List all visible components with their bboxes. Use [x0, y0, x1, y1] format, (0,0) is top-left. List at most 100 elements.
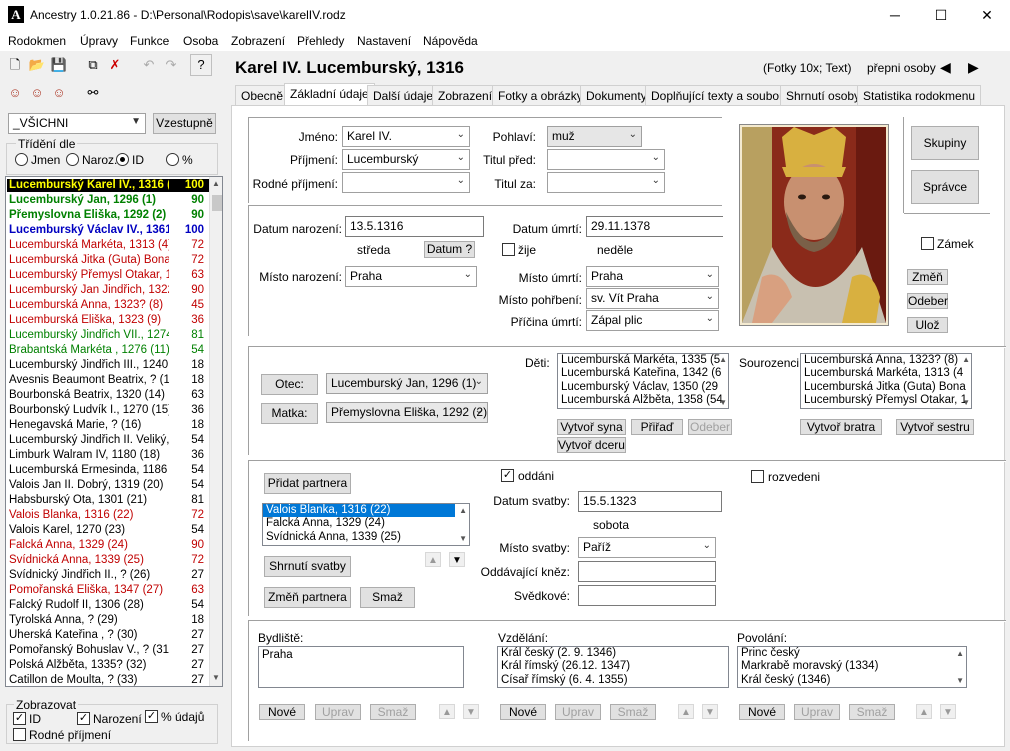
display-birthname-checkbox[interactable] — [13, 728, 26, 741]
name-input[interactable]: Karel IV. ⌄ — [342, 126, 470, 147]
move-up-icon[interactable]: ▲ — [678, 704, 694, 719]
profession-list[interactable]: Princ český Markrabě moravský (1334) Krá… — [737, 646, 967, 688]
person-list[interactable]: Lucemburský Karel IV., 1316 (1)100✎ Lucem… — [5, 176, 223, 687]
move-down-icon[interactable]: ▼ — [702, 704, 718, 719]
person-list-item[interactable]: Lucemburský Karel IV., 1316 (1)100✎ — [7, 179, 222, 192]
person-list-item[interactable]: Habsburský Ota, 1301 (21)81✎ — [7, 494, 222, 507]
sort-name-radio[interactable] — [15, 153, 28, 166]
person-list-item[interactable]: Lucemburská Jitka (Guta) Bona, 172✎ — [7, 254, 222, 267]
partners-list[interactable]: Valois Blanka, 1316 (22) Falcká Anna, 13… — [262, 503, 470, 546]
help-icon[interactable]: ? — [190, 54, 212, 76]
display-percent-checkbox[interactable]: ✓ — [145, 710, 158, 723]
delete-icon[interactable]: ✗ — [104, 54, 126, 76]
mother-button[interactable]: Matka: — [261, 403, 318, 424]
sort-direction-button[interactable]: Vzestupně — [153, 113, 216, 134]
tab-obecne[interactable]: Obecně — [235, 85, 290, 105]
person-list-item[interactable]: Lucemburská Ermesinda, 1186 (154✎ — [7, 464, 222, 477]
filter-select[interactable]: _VŠICHNI ▼ — [8, 113, 146, 134]
person-list-item[interactable]: Bourbonská Beatrix, 1320 (14)63✎ — [7, 389, 222, 402]
person-list-item[interactable]: Falcký Rudolf II, 1306 (28)54✎ — [7, 599, 222, 612]
residence-edit-button[interactable]: Uprav — [315, 704, 361, 720]
scroll-thumb[interactable] — [212, 195, 222, 211]
scroll-down-icon[interactable]: ▼ — [719, 398, 727, 407]
person-list-item[interactable]: Brabantská Markéta , 1276 (11)54✎ — [7, 344, 222, 357]
scroll-up-icon[interactable]: ▲ — [459, 506, 467, 515]
redo-icon[interactable]: ↷ — [160, 54, 182, 76]
scroll-down-icon[interactable]: ▼ — [956, 676, 964, 685]
residence-list[interactable]: Praha — [258, 646, 464, 688]
tab-fotky[interactable]: Fotky a obrázky — [492, 85, 589, 105]
death-date-input[interactable]: 29.11.1378 — [586, 216, 723, 237]
person-list-item[interactable]: Valois Jan II. Dobrý, 1319 (20)54✎ — [7, 479, 222, 492]
scroll-down-icon[interactable]: ▼ — [459, 534, 467, 543]
admin-button[interactable]: Správce — [911, 170, 979, 204]
person-list-item[interactable]: Limburk Walram IV, 1180 (18)36✎ — [7, 449, 222, 462]
delete-partner-button[interactable]: Smaž — [360, 587, 415, 608]
person-list-item[interactable]: Lucemburský Jindřich VII., 1274 (81✎ — [7, 329, 222, 342]
education-edit-button[interactable]: Uprav — [555, 704, 601, 720]
person-list-item[interactable]: Lucemburský Přemysl Otakar, 131863✎ — [7, 269, 222, 282]
person-list-item[interactable]: Lucemburský Jan Jindřich, 1322 (90✎ — [7, 284, 222, 297]
list-item[interactable]: Princ český — [738, 647, 966, 660]
married-checkbox[interactable]: ✓ — [501, 469, 514, 482]
person-list-item[interactable]: Lucemburský Václav IV., 1361100✎ — [7, 224, 222, 237]
person-list-item[interactable]: Lucemburský Jindřich III., 1240 (118✎ — [7, 359, 222, 372]
list-item[interactable]: Císař římský (6. 4. 1355) — [498, 674, 728, 687]
profession-new-button[interactable]: Nové — [739, 704, 785, 720]
person-list-scrollbar[interactable]: ▲ ▼ — [209, 177, 222, 686]
education-list[interactable]: Král český (2. 9. 1346) Král římský (26.… — [497, 646, 729, 688]
list-item[interactable]: Praha — [259, 649, 463, 662]
close-button[interactable]: ✕ — [964, 0, 1010, 31]
list-item[interactable]: Svídnická Anna, 1339 (25) — [263, 531, 469, 544]
scroll-up-icon[interactable]: ▲ — [719, 355, 727, 364]
person-unknown-icon[interactable]: ☺ — [48, 82, 70, 104]
scroll-up-icon[interactable]: ▲ — [212, 179, 220, 188]
person-list-item[interactable]: Valois Karel, 1270 (23)54✎ — [7, 524, 222, 537]
residence-new-button[interactable]: Nové — [259, 704, 305, 720]
binoculars-icon[interactable]: ⚯ — [82, 82, 104, 104]
sort-birth-radio[interactable] — [66, 153, 79, 166]
person-list-item[interactable]: Henegavská Marie, ? (16)18✎ — [7, 419, 222, 432]
person-list-item[interactable]: Přemyslovna Eliška, 1292 (2)90✎ — [7, 209, 222, 222]
person-list-item[interactable]: Uherská Kateřina , ? (30)27✎ — [7, 629, 222, 642]
person-list-item[interactable]: Pomořanský Bohuslav V., ? (31)27✎ — [7, 644, 222, 657]
sex-select[interactable]: muž ⌄ — [547, 126, 642, 147]
person-list-item[interactable]: Valois Blanka, 1316 (22)72✎ — [7, 509, 222, 522]
undo-icon[interactable]: ↶ — [138, 54, 160, 76]
list-item[interactable]: Lucemburská Jitka (Guta) Bona — [801, 381, 971, 394]
person-list-item[interactable]: Svídnická Anna, 1339 (25)72✎ — [7, 554, 222, 567]
remove-child-button[interactable]: Odeber — [688, 419, 732, 435]
title-before-input[interactable]: ⌄ — [547, 149, 665, 170]
move-down-icon[interactable]: ▼ — [463, 704, 479, 719]
profession-delete-button[interactable]: Smaž — [849, 704, 895, 720]
tab-statistika[interactable]: Statistika rodokmenu — [857, 85, 982, 105]
person-list-item[interactable]: Catillon de Moulta, ? (33)27✎ — [7, 674, 222, 686]
profession-edit-button[interactable]: Uprav — [794, 704, 840, 720]
tab-doplnujici[interactable]: Doplňující texty a soubory — [645, 85, 796, 105]
menu-zobrazeni[interactable]: Zobrazení — [231, 34, 285, 48]
siblings-list[interactable]: Lucemburská Anna, 1323? (8) Lucemburská … — [800, 353, 972, 409]
move-down-icon[interactable]: ▼ — [449, 552, 465, 567]
person-list-item[interactable]: Bourbonský Ludvík I., 1270 (15)36✎ — [7, 404, 222, 417]
change-photo-button[interactable]: Změň — [907, 269, 948, 285]
maximize-button[interactable]: ☐ — [918, 0, 964, 31]
tab-shrnuti[interactable]: Shrnutí osoby — [780, 85, 867, 105]
person-list-item[interactable]: Lucemburská Eliška, 1323 (9)36✎ — [7, 314, 222, 327]
list-item[interactable]: Lucemburská Alžběta, 1358 (54 — [558, 394, 728, 407]
birth-date-input[interactable]: 13.5.1316 — [345, 216, 484, 237]
list-item[interactable]: Valois Blanka, 1316 (22) — [263, 504, 455, 518]
list-item[interactable]: Král římský (26.12. 1347) — [498, 660, 728, 673]
list-item[interactable]: Falcká Anna, 1329 (24) — [263, 517, 469, 530]
menu-osoba[interactable]: Osoba — [183, 34, 218, 48]
person-list-item[interactable]: Lucemburský Jan, 1296 (1)90✎ — [7, 194, 222, 207]
tab-dokumenty[interactable]: Dokumenty — [580, 85, 653, 105]
person-list-item[interactable]: Lucemburská Anna, 1323? (8)45✎ — [7, 299, 222, 312]
groups-button[interactable]: Skupiny — [911, 126, 979, 160]
person-female-icon[interactable]: ☺ — [26, 82, 48, 104]
person-portrait[interactable] — [739, 124, 889, 326]
menu-upravy[interactable]: Úpravy — [80, 34, 118, 48]
minimize-button[interactable]: ─ — [872, 0, 918, 31]
lock-checkbox[interactable] — [921, 237, 934, 250]
residence-delete-button[interactable]: Smaž — [370, 704, 416, 720]
father-button[interactable]: Otec: — [261, 374, 318, 395]
